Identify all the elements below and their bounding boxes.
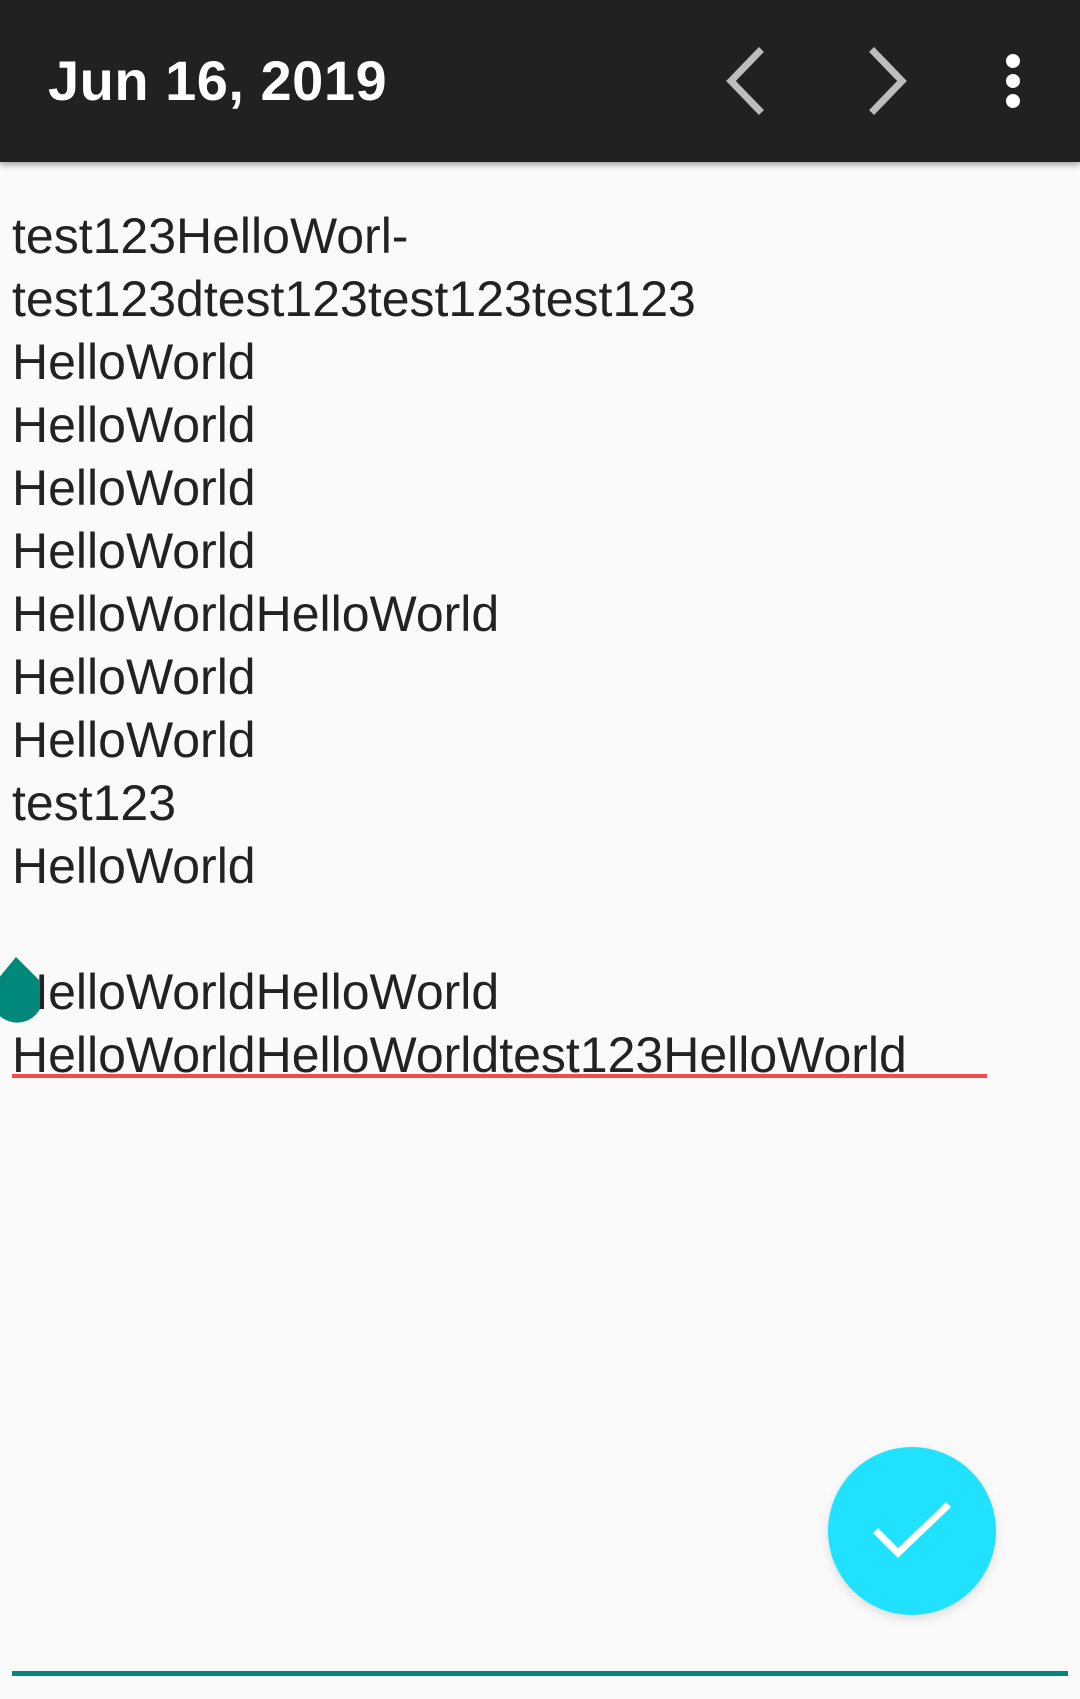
more-options-button[interactable]	[968, 36, 1058, 126]
note-body-editor[interactable]: test123HelloWorl- test123dtest123test123…	[0, 162, 1080, 1699]
note-text[interactable]: test123HelloWorl- test123dtest123test123…	[12, 205, 1062, 1087]
input-underline	[12, 1671, 1068, 1676]
chevron-left-icon	[726, 47, 764, 115]
check-icon	[873, 1502, 951, 1558]
toolbar-date-title: Jun 16, 2019	[48, 49, 388, 112]
more-vert-icon	[1006, 54, 1020, 108]
spellcheck-underline	[12, 1074, 987, 1078]
save-fab-button[interactable]	[828, 1447, 996, 1615]
chevron-right-icon	[869, 47, 907, 115]
previous-day-button[interactable]	[700, 36, 790, 126]
next-day-button[interactable]	[843, 36, 933, 126]
text-cursor-handle[interactable]	[0, 957, 44, 1033]
app-toolbar: Jun 16, 2019	[0, 0, 1080, 162]
note-editor-screen: Jun 16, 2019 test123HelloWorl- test123dt…	[0, 0, 1080, 1699]
